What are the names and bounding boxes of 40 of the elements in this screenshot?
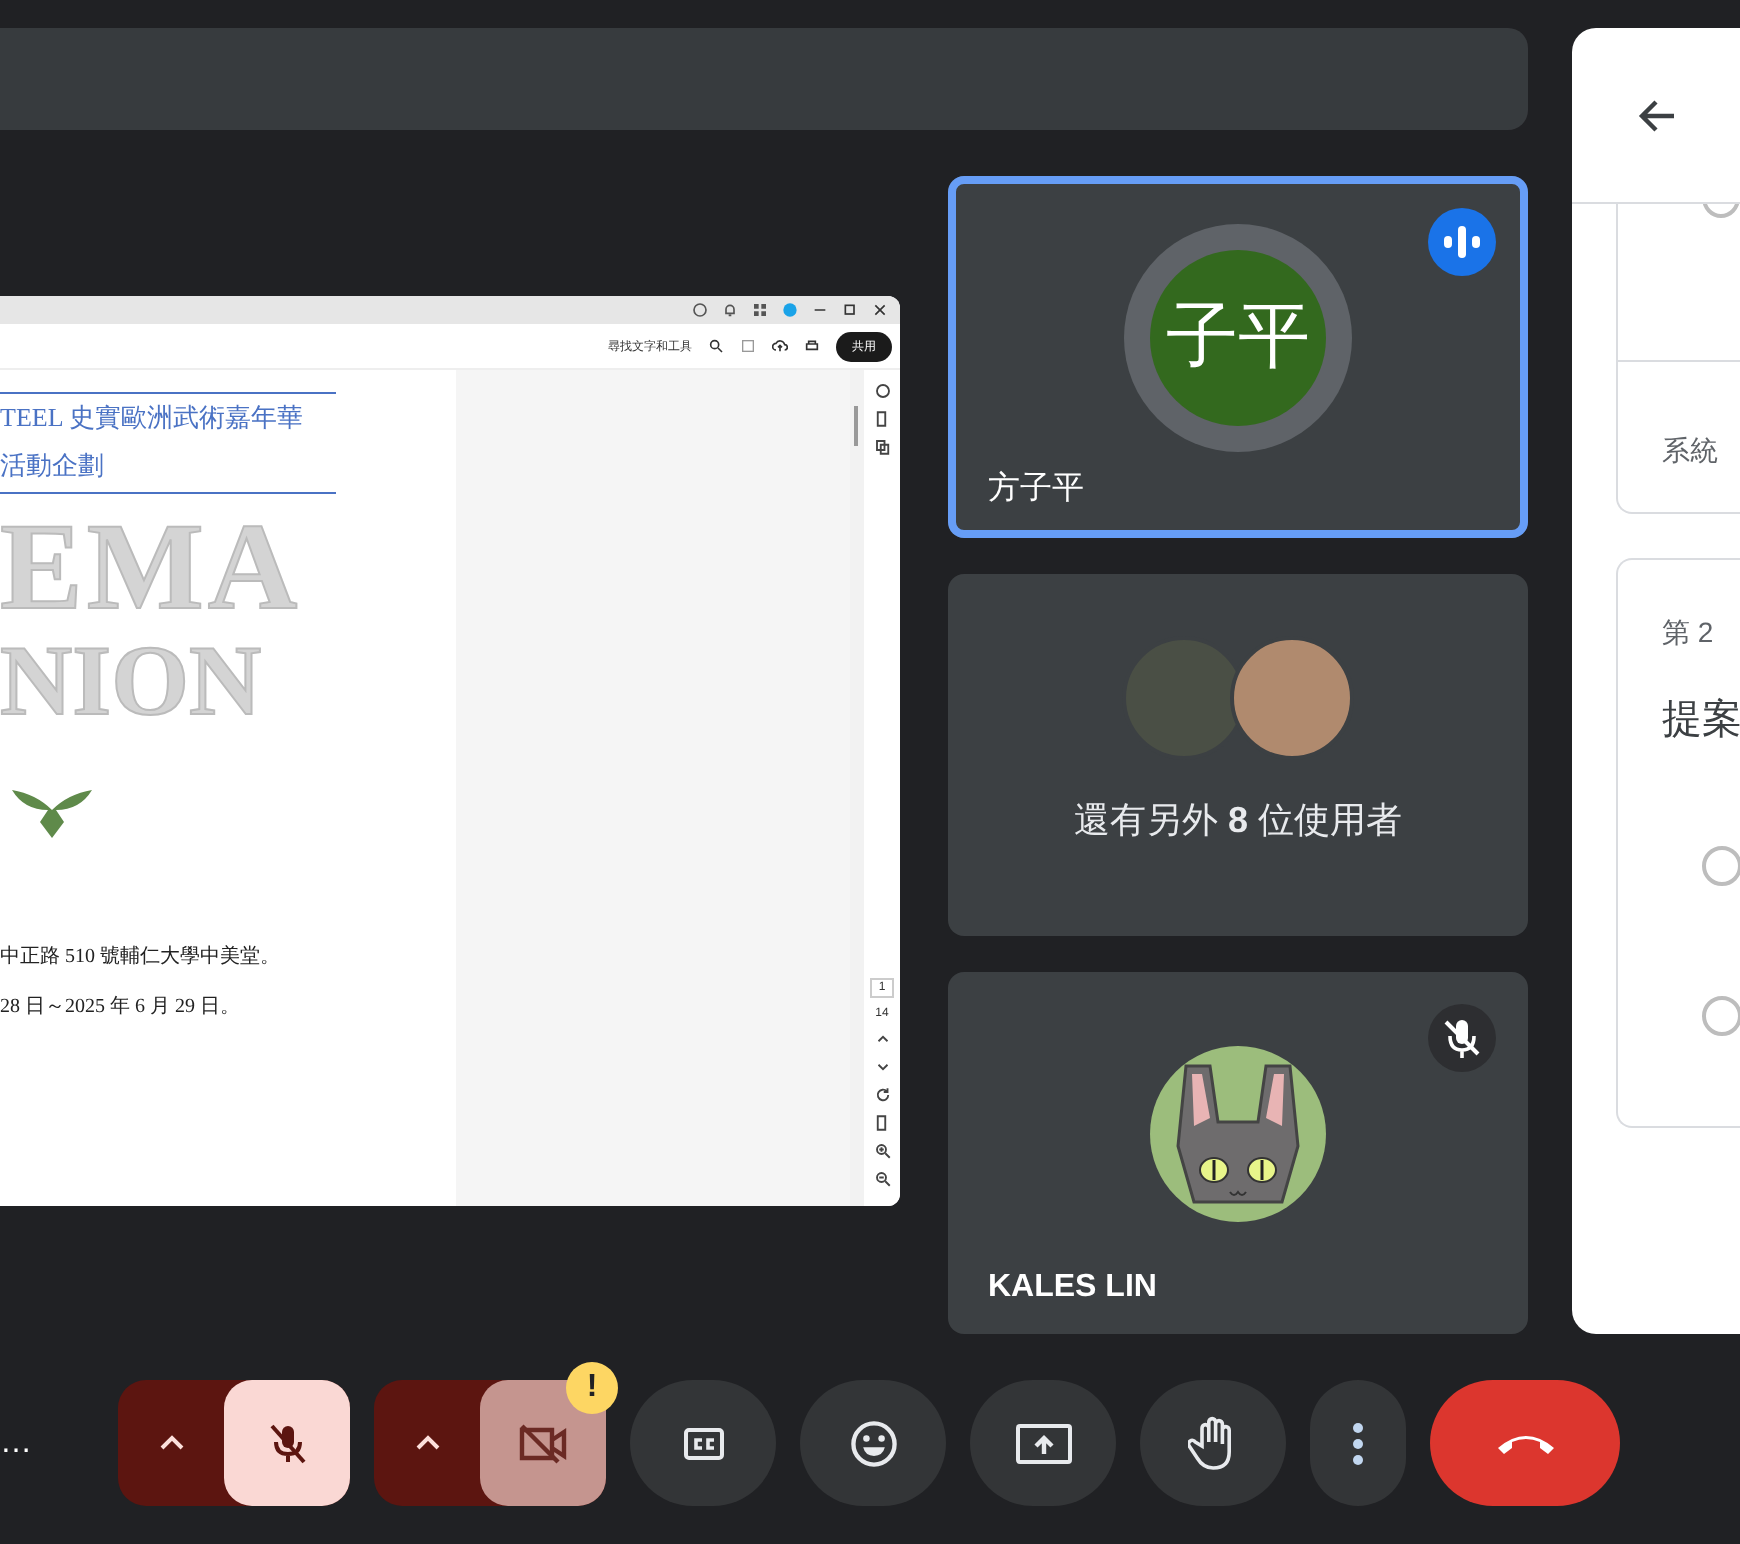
logo-text: NION <box>0 630 264 730</box>
card-footer-text: 系統 <box>1662 434 1720 470</box>
profile-icon <box>782 302 798 318</box>
chevron-up-icon <box>873 1030 891 1048</box>
comment-icon <box>873 382 891 400</box>
chevron-down-icon <box>873 1058 891 1076</box>
document-text: 28 日～2025 年 6 月 29 日。 <box>0 994 242 1020</box>
microphone-button[interactable] <box>224 1380 350 1506</box>
document-text: 中正路 510 號輔仁大學中美堂。 <box>0 943 282 970</box>
zoom-out-icon <box>873 1170 891 1188</box>
document-heading: 活動企劃 <box>0 448 104 484</box>
meeting-title: … <box>0 1425 34 1461</box>
cloud-upload-icon <box>772 338 788 354</box>
zoom-in-icon <box>873 1142 891 1160</box>
present-screen-icon <box>1013 1419 1073 1467</box>
avatar-initials: 子平 <box>1150 249 1326 425</box>
radio-button[interactable] <box>1702 846 1740 886</box>
others-count-text: 還有另外 8 位使用者 <box>1073 797 1403 843</box>
participant-name: KALES LIN <box>988 1270 1157 1306</box>
scrollbar-thumb[interactable] <box>854 406 858 446</box>
search-icon <box>708 338 724 354</box>
apps-icon <box>752 302 768 318</box>
camera-off-icon <box>515 1419 571 1467</box>
refresh-icon <box>873 1086 891 1104</box>
warning-badge: ! <box>566 1362 618 1414</box>
printer-icon <box>804 338 820 354</box>
copy-icon <box>873 438 891 456</box>
more-options-button[interactable] <box>1310 1380 1406 1506</box>
more-vertical-icon <box>1352 1419 1364 1467</box>
radio-button[interactable] <box>1702 996 1740 1036</box>
close-icon <box>872 302 888 318</box>
restore-icon <box>842 302 858 318</box>
logo-text: EMA <box>0 506 304 630</box>
smiley-icon <box>847 1417 899 1469</box>
question-title: 提案 <box>1662 696 1740 746</box>
participant-name: 方子平 <box>988 469 1084 510</box>
question-label: 第 2 <box>1662 616 1716 652</box>
save-icon <box>740 338 756 354</box>
bell-icon <box>722 302 738 318</box>
document-heading: TEEL 史實歐洲武術嘉年華 <box>0 400 304 436</box>
